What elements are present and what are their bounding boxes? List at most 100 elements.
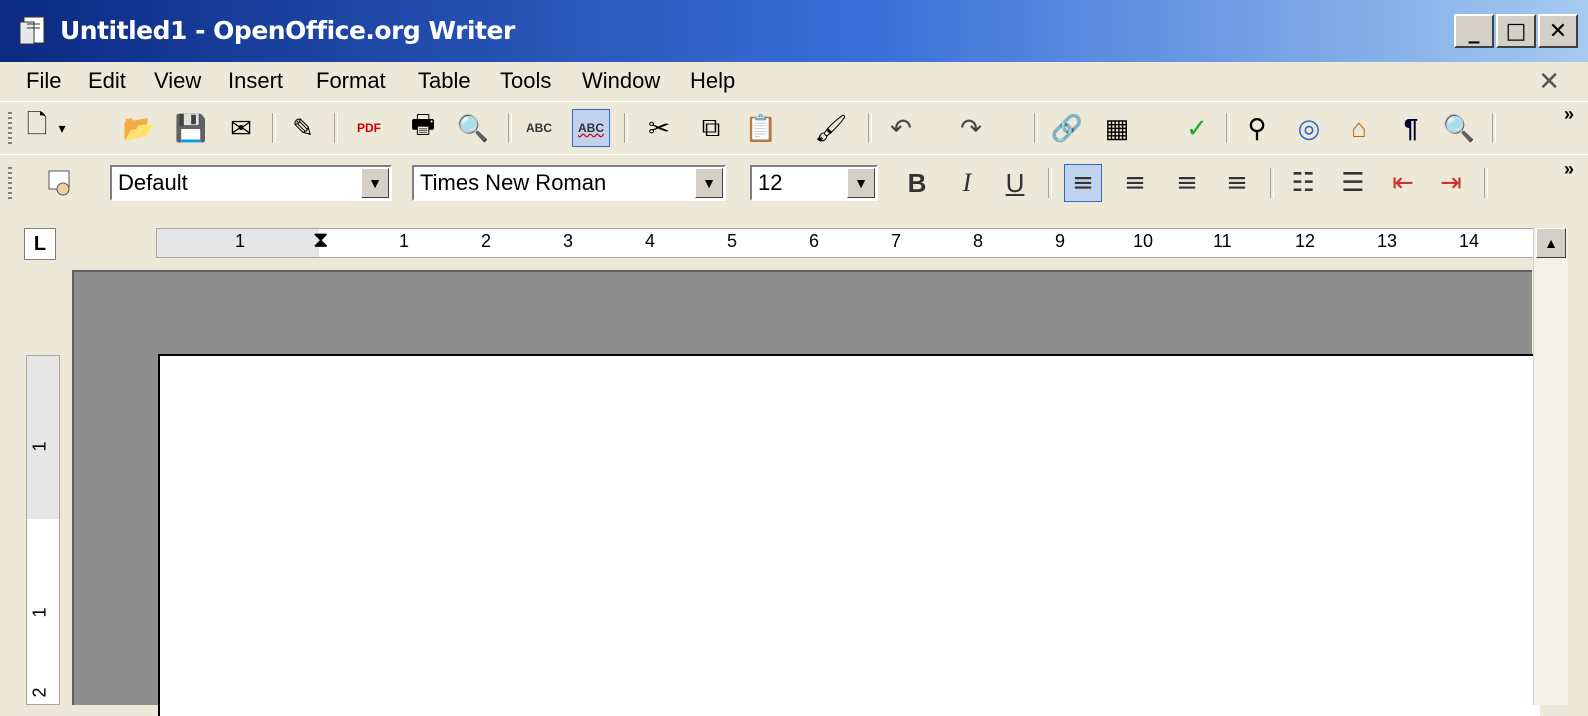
- separator: [272, 113, 276, 143]
- menu-tools[interactable]: Tools: [500, 62, 551, 100]
- close-document-icon[interactable]: ✕: [1538, 66, 1560, 97]
- new-dropdown-icon[interactable]: ▾: [52, 109, 72, 147]
- document-canvas: [72, 270, 1540, 716]
- chevron-down-icon[interactable]: ▼: [847, 168, 875, 198]
- ruler-label: 6: [809, 231, 820, 251]
- cut-icon[interactable]: ✂: [640, 109, 678, 147]
- menu-bar: File Edit View Insert Format Table Tools…: [0, 62, 1588, 100]
- font-size-combo[interactable]: 12 ▼: [750, 165, 878, 201]
- toolbar-grip[interactable]: [8, 167, 12, 199]
- copy-icon[interactable]: ⧉: [692, 109, 730, 147]
- menu-table[interactable]: Table: [418, 62, 471, 100]
- autospellcheck-icon[interactable]: ABC: [572, 109, 610, 147]
- save-icon[interactable]: 💾: [172, 109, 210, 147]
- find-replace-icon[interactable]: ⚲: [1238, 109, 1276, 147]
- ruler-label: 1: [399, 231, 410, 251]
- horizontal-ruler[interactable]: 1 ⧗ 1 2 3 4 5 6 7 8 9 10 11 12 13 14: [156, 228, 1534, 258]
- zoom-icon[interactable]: 🔍: [1440, 109, 1478, 147]
- close-button[interactable]: ✕: [1538, 14, 1578, 48]
- gallery-icon[interactable]: ⌂: [1340, 109, 1378, 147]
- show-draw-functions-icon[interactable]: ✓: [1178, 109, 1216, 147]
- menu-window[interactable]: Window: [582, 62, 660, 100]
- align-right-button[interactable]: ≡: [1168, 164, 1206, 202]
- paragraph-style-value: Default: [118, 170, 188, 195]
- menu-view[interactable]: View: [154, 62, 201, 100]
- toolbar-overflow-icon[interactable]: »: [1556, 159, 1582, 203]
- toolbar-overflow-icon[interactable]: »: [1556, 104, 1582, 148]
- bold-button[interactable]: B: [898, 164, 936, 202]
- window-controls: _ □ ✕: [1454, 14, 1578, 48]
- indent-marker-icon[interactable]: ⧗: [313, 229, 328, 253]
- print-preview-icon[interactable]: 🔍: [454, 109, 492, 147]
- ruler-label: 4: [645, 231, 656, 251]
- ruler-label: 8: [973, 231, 984, 251]
- separator: [1270, 168, 1274, 198]
- minimize-button[interactable]: _: [1454, 14, 1494, 48]
- font-size-value: 12: [758, 170, 783, 195]
- navigator-icon[interactable]: ◎: [1290, 109, 1328, 147]
- hyperlink-icon[interactable]: 🔗: [1048, 109, 1086, 147]
- table-icon[interactable]: ▦: [1098, 109, 1136, 147]
- menu-edit[interactable]: Edit: [88, 62, 126, 100]
- undo-icon[interactable]: ↶: [882, 109, 920, 147]
- ruler-label: 13: [1377, 231, 1398, 251]
- ruler-label: 12: [1295, 231, 1316, 251]
- chevron-down-icon[interactable]: ▼: [695, 168, 723, 198]
- scroll-up-icon[interactable]: ▲: [1536, 228, 1566, 258]
- align-center-button[interactable]: ≡: [1116, 164, 1154, 202]
- separator: [1492, 113, 1496, 143]
- vertical-ruler[interactable]: 1 1 2: [26, 355, 60, 705]
- separator: [624, 113, 628, 143]
- standard-toolbar: 🗋 ▾ 📂 💾 ✉ ✎ PDF 🖶 🔍 ABC ABC ✂ ⧉ 📋 🖌 ↶ ↷ …: [0, 101, 1588, 155]
- justify-button[interactable]: ≡: [1218, 164, 1256, 202]
- toolbar-grip[interactable]: [8, 112, 12, 144]
- clone-formatting-icon[interactable]: 🖌: [812, 109, 850, 147]
- styles-formatting-icon[interactable]: [42, 164, 80, 202]
- nonprinting-chars-icon[interactable]: ¶: [1392, 109, 1430, 147]
- ruler-label: 1: [29, 607, 50, 618]
- paragraph-style-combo[interactable]: Default ▼: [110, 165, 392, 201]
- document-page[interactable]: [158, 354, 1540, 716]
- export-pdf-icon[interactable]: PDF: [350, 109, 388, 147]
- ruler-label: 5: [727, 231, 738, 251]
- styles-hand-icon: [48, 170, 70, 196]
- increase-indent-button[interactable]: ⇥: [1432, 164, 1470, 202]
- ruler-label: 2: [481, 231, 492, 251]
- bullets-button[interactable]: ☰: [1334, 164, 1372, 202]
- numbering-button[interactable]: ☷: [1284, 164, 1322, 202]
- separator: [334, 113, 338, 143]
- italic-button[interactable]: I: [948, 164, 986, 202]
- spellcheck-icon[interactable]: ABC: [520, 109, 558, 147]
- writer-app-icon: [19, 16, 45, 45]
- chevron-down-icon[interactable]: ▼: [361, 168, 389, 198]
- edit-file-icon[interactable]: ✎: [284, 109, 322, 147]
- separator: [1034, 113, 1038, 143]
- decrease-indent-button[interactable]: ⇤: [1384, 164, 1422, 202]
- ruler-label: 7: [891, 231, 902, 251]
- font-name-value: Times New Roman: [420, 170, 607, 195]
- new-document-icon[interactable]: 🗋: [18, 109, 56, 147]
- print-icon[interactable]: 🖶: [404, 109, 442, 147]
- separator: [1226, 113, 1230, 143]
- ruler-label: 14: [1459, 231, 1480, 251]
- menu-insert[interactable]: Insert: [228, 62, 283, 100]
- redo-icon[interactable]: ↷: [952, 109, 990, 147]
- menu-format[interactable]: Format: [316, 62, 386, 100]
- menu-help[interactable]: Help: [690, 62, 735, 100]
- open-icon[interactable]: 📂: [120, 109, 158, 147]
- title-bar: Untitled1 - OpenOffice.org Writer _ □ ✕: [0, 0, 1588, 62]
- font-name-combo[interactable]: Times New Roman ▼: [412, 165, 726, 201]
- maximize-button[interactable]: □: [1496, 14, 1536, 48]
- ruler-label: 11: [1213, 231, 1232, 251]
- tab-stop-selector[interactable]: L: [24, 228, 56, 260]
- separator: [1484, 168, 1488, 198]
- ruler-label: 10: [1133, 231, 1154, 251]
- menu-file[interactable]: File: [26, 62, 61, 100]
- vertical-scrollbar[interactable]: ▲: [1533, 228, 1568, 705]
- email-icon[interactable]: ✉: [222, 109, 260, 147]
- align-left-button[interactable]: ≡: [1064, 164, 1102, 202]
- separator: [1048, 168, 1052, 198]
- paste-icon[interactable]: 📋: [742, 109, 780, 147]
- underline-button[interactable]: U: [996, 164, 1034, 202]
- ruler-label: 9: [1055, 231, 1066, 251]
